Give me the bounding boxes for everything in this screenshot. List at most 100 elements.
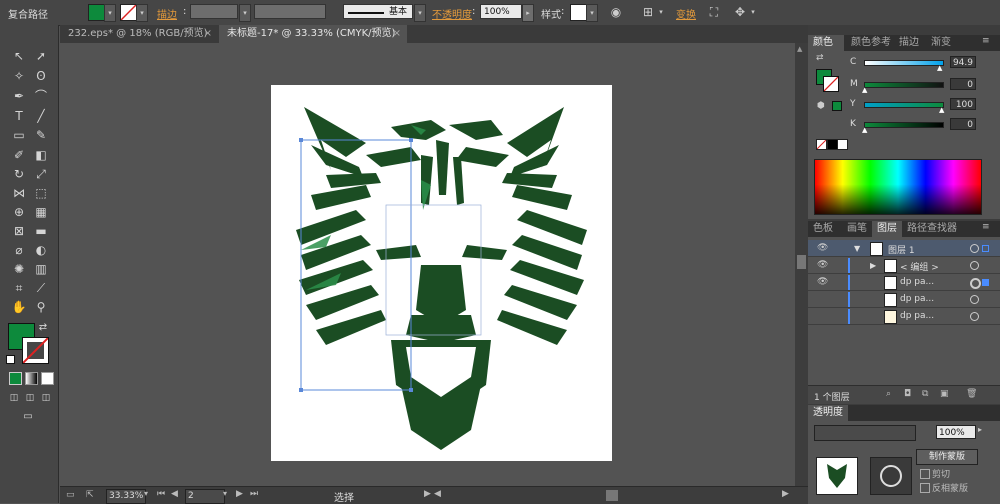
invert-mask-checkbox[interactable] [920,483,930,493]
transparency-opacity-dropdown[interactable]: ▸ [978,425,982,434]
tab-transparency[interactable]: 透明度 [808,405,848,421]
rectangle-tool-icon[interactable]: ▭ [10,126,28,144]
artboard-number-field[interactable]: 2 [185,489,225,504]
mesh-tool-icon[interactable]: ⊠ [10,222,28,240]
magic-wand-tool-icon[interactable]: ✧ [10,67,28,85]
artboard-dropdown-icon[interactable]: ▾ [223,489,227,498]
target-icon[interactable] [970,295,979,304]
make-mask-button[interactable]: 制作蒙版 [916,449,978,465]
transform-link[interactable]: 变换 [676,6,696,21]
lasso-tool-icon[interactable]: ʘ [32,67,50,85]
opacity-field[interactable]: 100% [480,4,522,19]
rotate-tool-icon[interactable]: ↻ [10,165,28,183]
paintbrush-tool-icon[interactable]: ✎ [32,126,50,144]
align-dropdown[interactable]: ▾ [656,4,666,20]
gradient-tool-icon[interactable]: ▬ [32,222,50,240]
tab-gradient[interactable]: 渐变 [926,35,956,51]
hand-tool-icon[interactable]: ✋ [10,298,28,316]
tab-color[interactable]: 颜色 [808,35,844,51]
variable-width-field[interactable] [254,4,326,19]
tab-close-icon[interactable]: × [204,25,212,43]
layer-row[interactable]: 👁 dp pa... [808,274,1000,291]
toolbar-stroke-swatch[interactable] [22,337,49,364]
horizontal-scroll-thumb[interactable] [606,490,618,501]
isolate-icon[interactable]: ⛶ [706,4,722,20]
layer-row[interactable]: 👁 ▶ < 编组 > [808,257,1000,274]
panel-menu-icon[interactable]: ≡ [982,222,990,232]
pencil-tool-icon[interactable]: ✐ [10,146,28,164]
options-icon[interactable]: ✥ [732,4,748,20]
stroke-label[interactable]: 描边 [157,6,177,21]
opacity-dropdown[interactable]: ▸ [522,4,534,22]
vertical-scrollbar[interactable]: ▲ [795,43,808,486]
scale-tool-icon[interactable]: ⤢ [32,165,50,183]
tab-color-guide[interactable]: 颜色参考 [846,35,896,51]
width-tool-icon[interactable]: ⋈ [10,184,28,202]
stroke-swatch[interactable] [120,4,137,21]
artboard[interactable] [271,85,612,461]
delete-layer-icon[interactable]: 🗑 [966,389,977,399]
path-name[interactable]: dp pa... [900,294,934,304]
column-graph-tool-icon[interactable]: ▥ [32,260,50,278]
channel-m-value[interactable]: 0 [950,78,976,90]
tab-document-232[interactable]: 232.eps* @ 18% (RGB/预览) × [60,25,218,43]
tab-document-untitled[interactable]: 未标题-17* @ 33.33% (CMYK/预览) × [219,25,407,43]
recolor-artwork-icon[interactable]: ◉ [608,4,624,20]
share-icon[interactable]: ⇱ [86,490,98,501]
screen-mode-icon[interactable]: ▭ [18,408,38,422]
style-dropdown[interactable]: ▾ [586,4,598,22]
channel-k-slider[interactable] [864,122,944,128]
draw-behind-icon[interactable]: ◫ [23,389,37,403]
clip-checkbox[interactable] [920,469,930,479]
new-sublayer-icon[interactable]: ⧉ [922,389,928,399]
target-icon[interactable] [970,244,979,253]
channel-m-slider[interactable] [864,82,944,88]
tab-layers[interactable]: 图层 [872,221,902,237]
white-color-chip[interactable] [837,139,848,150]
shape-builder-tool-icon[interactable]: ⊕ [10,203,28,221]
perspective-grid-tool-icon[interactable]: ▦ [32,203,50,221]
tab-swatches[interactable]: 色板 [808,221,842,237]
group-name[interactable]: < 编组 > [900,260,939,273]
tab-pathfinder[interactable]: 路径查找器 [902,221,962,237]
align-icon[interactable]: ⊞ [640,4,656,20]
clipping-mask-icon[interactable]: ◘ [904,389,911,399]
free-transform-tool-icon[interactable]: ⬚ [32,184,50,202]
swap-colors-icon[interactable]: ⇄ [816,53,824,63]
first-artboard-icon[interactable]: ⏮ [157,489,165,499]
color-mode-icon[interactable] [9,372,22,385]
channel-k-value[interactable]: 0 [950,118,976,130]
scroll-right-icon[interactable]: ▶ [782,489,789,499]
color-spectrum[interactable] [814,159,982,215]
fill-dropdown[interactable]: ▾ [104,4,116,22]
layer-row[interactable]: dp pa... [808,308,1000,325]
target-icon[interactable] [970,278,981,289]
zoom-field[interactable]: 33.33% [106,489,146,504]
opacity-label[interactable]: 不透明度 [432,6,472,21]
channel-y-value[interactable]: 100 [950,98,976,110]
expand-icon[interactable]: ▶ [870,261,876,270]
zoom-dropdown-icon[interactable]: ▾ [144,489,148,498]
layer-row[interactable]: 👁 ▼ 图层 1 [808,240,1000,257]
tab-stroke[interactable]: 描边 [894,35,924,51]
brush-dropdown[interactable]: ▾ [414,4,426,22]
path-name[interactable]: dp pa... [900,277,934,287]
artboard-tool-icon[interactable]: ⌗ [10,279,28,297]
channel-m-thumb[interactable]: ▲ [862,86,867,94]
gradient-mode-icon[interactable] [25,372,38,385]
none-color-chip[interactable] [816,139,827,150]
path-name[interactable]: dp pa... [900,311,934,321]
channel-y-thumb[interactable]: ▲ [939,106,944,114]
pen-tool-icon[interactable]: ✒ [10,87,28,105]
layer-row[interactable]: dp pa... [808,291,1000,308]
blend-tool-icon[interactable]: ◐ [32,241,50,259]
type-tool-icon[interactable]: T [10,107,28,125]
direct-selection-tool-icon[interactable]: ➚ [32,47,50,65]
status-menu-icon[interactable]: ▶ [424,489,431,499]
blend-mode-select[interactable] [814,425,916,441]
swap-fill-stroke-icon[interactable]: ⇄ [36,319,50,333]
eraser-tool-icon[interactable]: ◧ [32,146,50,164]
prev-artboard-icon[interactable]: ◀ [171,489,178,499]
curvature-tool-icon[interactable]: ⌒ [32,87,50,105]
channel-c-thumb[interactable]: ▲ [937,64,942,72]
